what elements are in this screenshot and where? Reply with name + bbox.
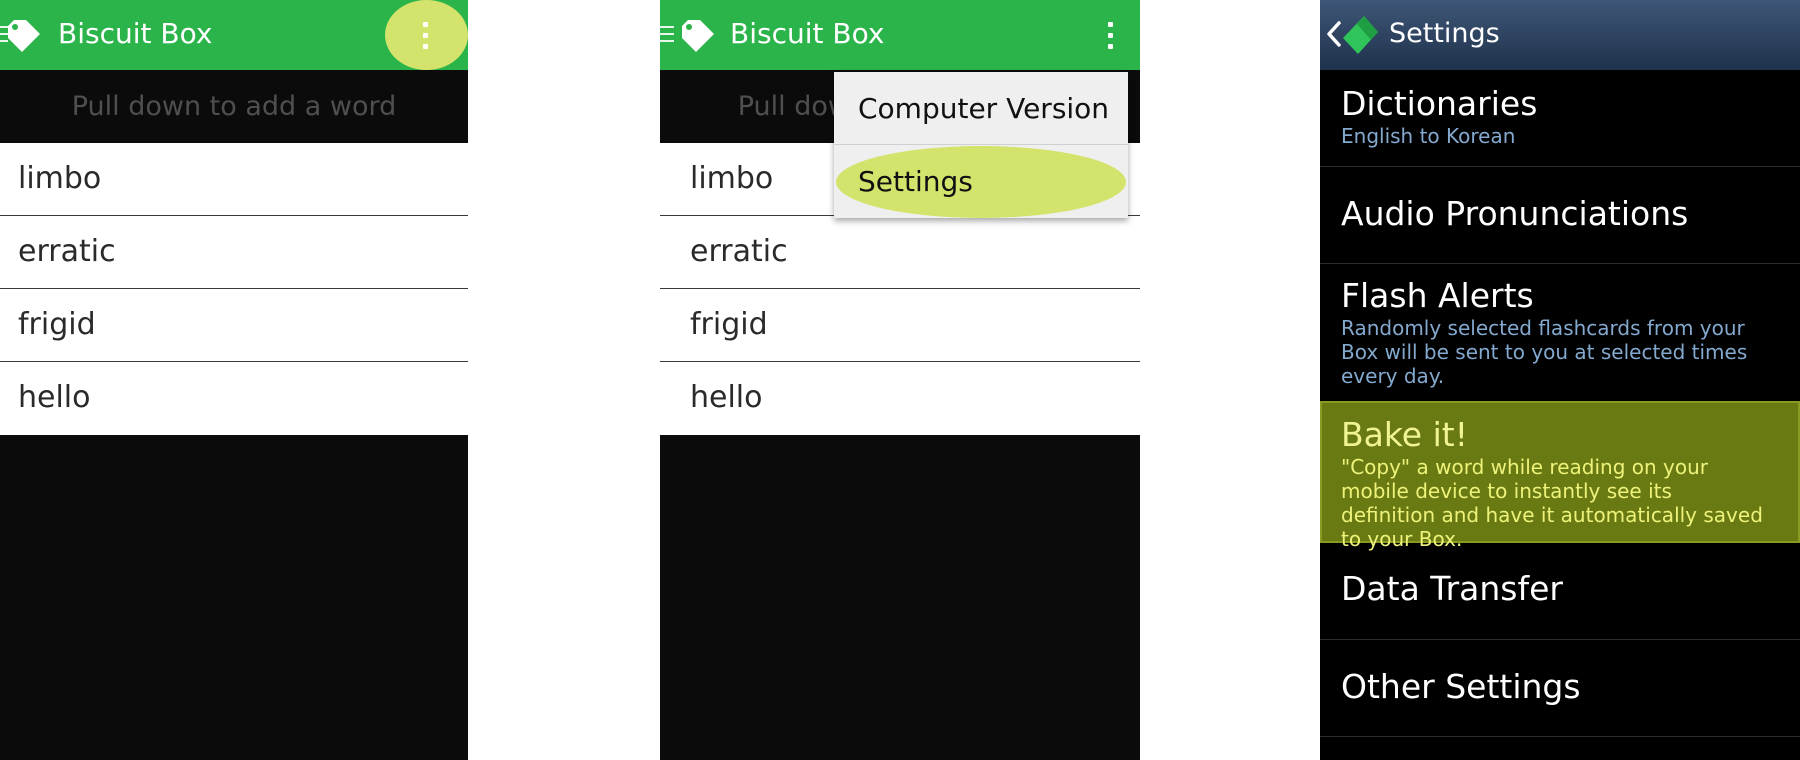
biscuit-tag-icon [8,20,40,52]
word-row[interactable]: frigid [660,289,1140,362]
word-row[interactable]: frigid [0,289,468,362]
settings-item-bake-it[interactable]: Bake it! "Copy" a word while reading on … [1320,401,1800,551]
settings-item-flash-alerts[interactable]: Flash Alerts Randomly selected flashcard… [1320,264,1800,401]
word-row[interactable]: hello [0,362,468,435]
app-title: Biscuit Box [730,17,885,50]
biscuit-tag-icon [1343,16,1378,54]
settings-item-title: Data Transfer [1341,569,1563,608]
settings-item-subtitle: English to Korean [1341,124,1516,148]
settings-item-audio-pronunciations[interactable]: Audio Pronunciations [1320,167,1800,264]
settings-item-title: Flash Alerts [1341,276,1534,315]
menu-item-computer-version[interactable]: Computer Version [834,72,1128,145]
pull-to-add-hint: Pull down to add a word [0,70,468,143]
word-row[interactable]: erratic [660,216,1140,289]
word-row[interactable]: erratic [0,216,468,289]
drawer-icon[interactable] [660,26,674,44]
app-title: Biscuit Box [58,17,213,50]
biscuit-tag-icon [682,20,714,52]
settings-item-title: Bake it! [1341,415,1468,454]
settings-item-dictionaries[interactable]: Dictionaries English to Korean [1320,70,1800,167]
settings-item-other-settings[interactable]: Other Settings [1320,640,1800,737]
settings-item-title: Other Settings [1341,667,1581,706]
word-row[interactable]: hello [660,362,1140,435]
action-bar: Biscuit Box [660,0,1140,70]
settings-item-title: Audio Pronunciations [1341,194,1689,233]
settings-item-subtitle: Randomly selected flashcards from your B… [1341,316,1748,388]
settings-action-bar: Settings [1320,0,1800,70]
settings-item-title: Dictionaries [1341,84,1538,123]
word-list: limbo erratic frigid hello [0,143,468,435]
action-bar: Biscuit Box [0,0,468,70]
menu-item-settings[interactable]: Settings [834,145,1128,218]
overflow-menu-icon[interactable] [400,0,450,70]
settings-title: Settings [1389,18,1500,49]
overflow-menu-icon[interactable] [1095,0,1125,70]
screen-settings: Settings Dictionaries English to Korean … [1320,0,1800,760]
settings-item-data-transfer[interactable]: Data Transfer [1320,543,1800,640]
word-row[interactable]: limbo [0,143,468,216]
screen-word-list: Biscuit Box Pull down to add a word limb… [0,0,468,760]
settings-item-subtitle: "Copy" a word while reading on your mobi… [1341,455,1763,551]
